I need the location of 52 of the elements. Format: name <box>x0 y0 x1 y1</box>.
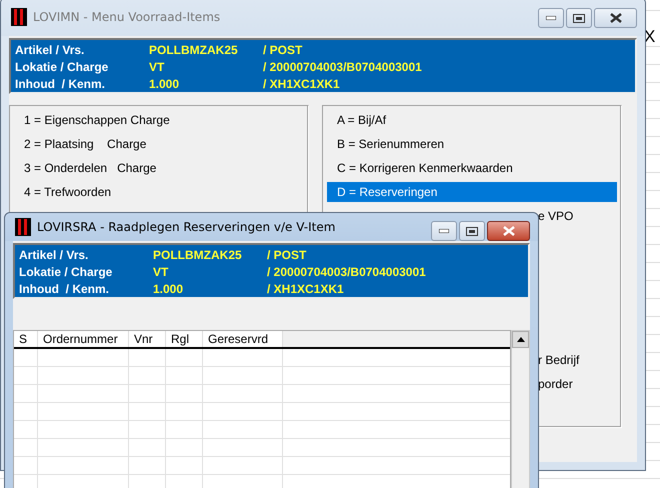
menu-item[interactable]: A = Bij/Af <box>327 110 617 130</box>
menu-item[interactable]: 2 = Plaatsing Charge <box>14 134 304 154</box>
field-value: VT <box>153 265 170 279</box>
menu-item[interactable]: 1 = Eigenschappen Charge <box>14 110 304 130</box>
close-icon <box>502 226 516 236</box>
column-header[interactable]: Gereservrd <box>203 331 283 347</box>
column-header[interactable]: S <box>14 331 38 347</box>
scroll-up-icon <box>516 337 524 342</box>
maximize-icon <box>573 14 585 22</box>
menu-item[interactable]: 4 = Trefwoorden <box>14 182 304 202</box>
column-header[interactable]: Vnr <box>129 331 166 347</box>
field-value: VT <box>149 60 166 74</box>
maximize-button[interactable] <box>459 221 485 241</box>
column-header[interactable]: Rgl <box>166 331 203 347</box>
scrollbar[interactable] <box>511 330 530 488</box>
field-label: Inhoud / Kenm. <box>15 77 106 91</box>
minimize-icon <box>546 16 556 20</box>
field-detail: / POST <box>263 43 304 57</box>
minimize-button[interactable] <box>538 8 564 28</box>
field-value: 1.000 <box>149 77 180 91</box>
field-detail: / XH1XC1XK1 <box>263 77 341 91</box>
menu-item[interactable]: C = Korrigeren Kenmerkwaarden <box>327 158 617 178</box>
field-detail: / 20000704003/B0704003001 <box>263 60 423 74</box>
field-detail: / POST <box>267 248 308 262</box>
menu-item[interactable]: porder <box>538 374 573 394</box>
field-label: Lokatie / Charge <box>15 60 110 74</box>
field-detail: / 20000704003/B0704003001 <box>267 265 427 279</box>
maximize-icon <box>466 226 478 236</box>
field-label: Artikel / Vrs. <box>15 43 86 57</box>
menu-item[interactable]: B = Serienummeren <box>327 134 617 154</box>
menu-item[interactable]: 3 = Onderdelen Charge <box>14 158 304 178</box>
field-label: Lokatie / Charge <box>19 265 114 279</box>
field-value: POLLBMZAK25 <box>149 43 239 57</box>
field-detail: / XH1XC1XK1 <box>267 282 345 296</box>
field-value: 1.000 <box>153 282 184 296</box>
app-icon <box>15 218 31 236</box>
column-header[interactable]: Ordernummer <box>38 331 129 347</box>
maximize-button[interactable] <box>566 8 592 28</box>
menu-item[interactable]: D = Reserveringen <box>327 182 617 202</box>
close-icon <box>608 13 622 23</box>
window-title: LOVIMN - Menu Voorraad-Items <box>33 10 222 24</box>
field-value: POLLBMZAK25 <box>153 248 243 262</box>
window-title: LOVIRSRA - Raadplegen Reserveringen v/e V-Item <box>37 220 336 234</box>
minimize-icon <box>439 229 449 233</box>
field-label: Artikel / Vrs. <box>19 248 90 262</box>
close-button[interactable] <box>487 221 530 241</box>
minimize-button[interactable] <box>431 221 457 241</box>
menu-item[interactable]: r Bedrijf <box>538 350 580 370</box>
field-label: Inhoud / Kenm. <box>19 282 110 296</box>
app-icon <box>11 8 27 26</box>
menu-item[interactable]: e VPO <box>538 206 574 226</box>
close-button[interactable] <box>594 8 637 28</box>
